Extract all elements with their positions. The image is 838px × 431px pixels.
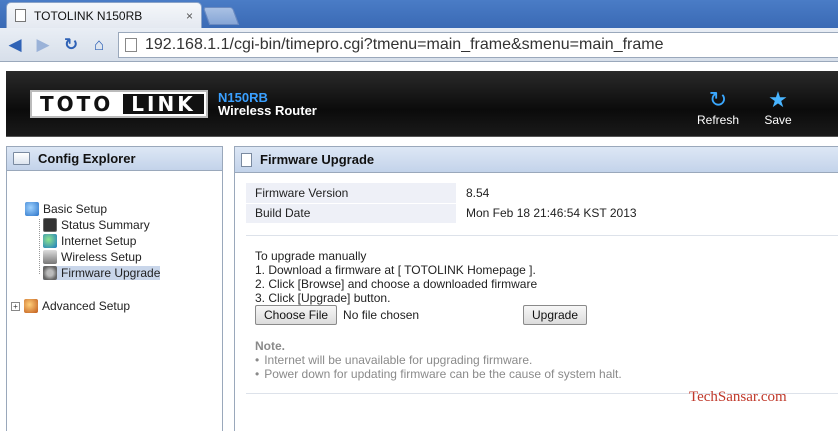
back-arrow-icon[interactable]: ◀ xyxy=(4,34,26,56)
firmware-info-table: Firmware Version 8.54 Build Date Mon Feb… xyxy=(246,183,838,224)
model-info: N150RB Wireless Router xyxy=(218,91,317,118)
upgrade-notes: Note. Internet will be unavailable for u… xyxy=(255,339,622,381)
note-item: Internet will be unavailable for upgradi… xyxy=(255,353,622,367)
browser-tab[interactable]: TOTOLINK N150RB × xyxy=(6,2,202,28)
monitor-icon xyxy=(43,218,57,232)
choose-file-button[interactable]: Choose File xyxy=(255,305,338,325)
tree-status-summary[interactable]: Status Summary xyxy=(43,218,150,232)
logo-left-text: TOTO xyxy=(32,92,122,116)
refresh-button[interactable]: ↻ Refresh xyxy=(693,87,743,127)
address-bar[interactable]: 192.168.1.1/cgi-bin/timepro.cgi?tmenu=ma… xyxy=(118,31,838,58)
star-icon: ★ xyxy=(768,87,788,112)
note-item: Power down for updating firmware can be … xyxy=(255,367,622,381)
refresh-icon: ↻ xyxy=(708,87,728,112)
tab-title: TOTOLINK N150RB xyxy=(34,8,143,23)
config-explorer-panel: Config Explorer Basic Setup Status Summa… xyxy=(6,146,223,431)
browser-tab-bar: TOTOLINK N150RB × xyxy=(0,0,838,28)
upgrade-instructions: To upgrade manually 1. Download a firmwa… xyxy=(255,249,537,305)
note-title: Note. xyxy=(255,339,285,353)
product-name: Wireless Router xyxy=(218,103,317,118)
expand-plus-icon[interactable]: + xyxy=(11,301,20,311)
totolink-logo: TOTO LINK xyxy=(30,90,208,118)
tree-line xyxy=(39,219,40,274)
logo-right-text: LINK xyxy=(121,92,206,116)
page-icon xyxy=(125,37,137,52)
config-tree: Basic Setup Status Summary Internet Setu… xyxy=(7,171,222,313)
firmware-version-value: 8.54 xyxy=(466,186,490,200)
firmware-upgrade-label: Firmware Upgrade xyxy=(61,266,161,280)
tree-advanced-setup[interactable]: + Advanced Setup xyxy=(11,299,130,313)
antenna-icon xyxy=(43,250,57,264)
router-header: TOTO LINK N150RB Wireless Router ↻ Refre… xyxy=(6,71,838,137)
refresh-label: Refresh xyxy=(696,113,740,127)
build-date-label: Build Date xyxy=(246,203,456,224)
file-upload-row: Choose File No file chosen xyxy=(255,305,419,325)
folder-icon xyxy=(13,152,30,165)
tree-wireless-setup[interactable]: Wireless Setup xyxy=(43,250,142,264)
no-file-chosen-text: No file chosen xyxy=(343,308,420,322)
tree-internet-setup[interactable]: Internet Setup xyxy=(43,234,136,248)
upgrade-button[interactable]: Upgrade xyxy=(523,305,588,325)
document-icon xyxy=(241,152,252,167)
instruction-line: To upgrade manually xyxy=(255,249,367,263)
instruction-line: 2. Click [Browse] and choose a downloade… xyxy=(255,277,538,291)
forward-arrow-icon[interactable]: ▶ xyxy=(32,34,54,56)
config-explorer-header: Config Explorer xyxy=(7,147,222,171)
watermark: TechSansar.com xyxy=(689,389,787,405)
reload-icon[interactable]: ↻ xyxy=(60,34,82,56)
instruction-line: 1. Download a firmware at [ TOTOLINK Hom… xyxy=(255,263,536,277)
table-row: Build Date Mon Feb 18 21:46:54 KST 2013 xyxy=(246,203,838,224)
advanced-setup-icon xyxy=(24,299,38,313)
firmware-version-label: Firmware Version xyxy=(246,183,456,204)
close-tab-icon[interactable]: × xyxy=(186,9,193,23)
divider xyxy=(246,235,838,236)
basic-setup-icon xyxy=(25,202,39,216)
page-icon xyxy=(15,9,26,22)
note-list: Internet will be unavailable for upgradi… xyxy=(255,353,622,381)
home-icon[interactable]: ⌂ xyxy=(88,34,110,56)
firmware-upgrade-header: Firmware Upgrade xyxy=(235,147,838,173)
basic-setup-label: Basic Setup xyxy=(43,202,108,216)
wireless-setup-label: Wireless Setup xyxy=(61,250,142,264)
browser-toolbar: ◀ ▶ ↻ ⌂ 192.168.1.1/cgi-bin/timepro.cgi?… xyxy=(0,28,838,62)
build-date-value: Mon Feb 18 21:46:54 KST 2013 xyxy=(466,206,637,220)
save-button[interactable]: ★ Save xyxy=(753,87,803,127)
page-title: Firmware Upgrade xyxy=(260,152,375,167)
globe-icon xyxy=(43,234,57,248)
gear-icon xyxy=(43,266,57,280)
tree-firmware-upgrade[interactable]: Firmware Upgrade xyxy=(43,266,161,280)
page-top-gap xyxy=(0,62,838,71)
config-explorer-title: Config Explorer xyxy=(38,151,136,166)
internet-setup-label: Internet Setup xyxy=(61,234,137,248)
save-label: Save xyxy=(764,113,792,127)
new-tab-button[interactable] xyxy=(202,7,240,25)
table-row: Firmware Version 8.54 xyxy=(246,183,838,204)
tree-basic-setup[interactable]: Basic Setup xyxy=(25,202,107,216)
url-text: 192.168.1.1/cgi-bin/timepro.cgi?tmenu=ma… xyxy=(145,35,664,53)
advanced-setup-label: Advanced Setup xyxy=(42,299,131,313)
instruction-line: 3. Click [Upgrade] button. xyxy=(255,291,391,305)
status-summary-label: Status Summary xyxy=(61,218,150,232)
